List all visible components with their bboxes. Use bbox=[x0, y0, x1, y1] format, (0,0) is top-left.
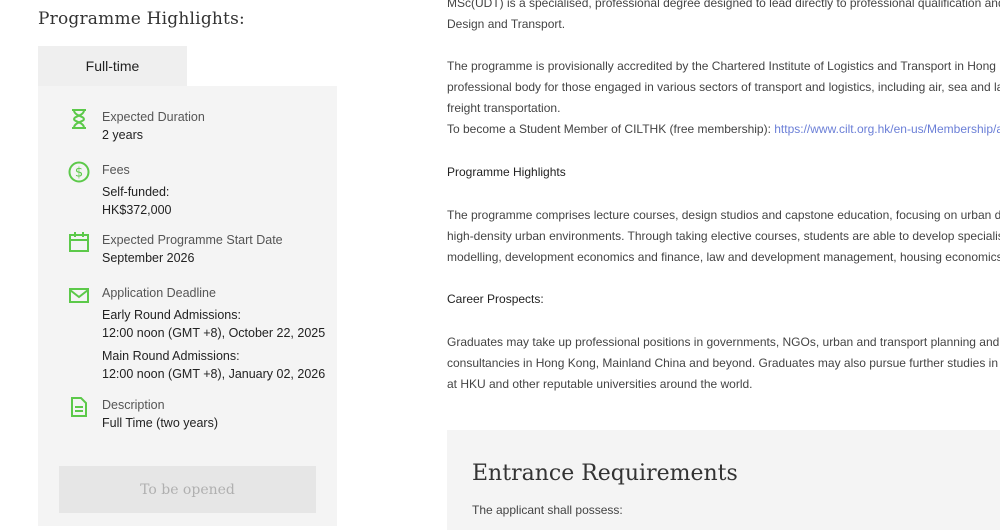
item-description: Description Full Time (two years) bbox=[68, 396, 218, 432]
membership-line: To become a Student Member of CILTHK (fr… bbox=[447, 119, 1000, 140]
item-value: Self-funded: bbox=[102, 185, 170, 199]
document-icon bbox=[68, 396, 90, 418]
intro-line: Design and Transport. bbox=[447, 17, 566, 31]
item-value: September 2026 bbox=[102, 251, 195, 265]
career-heading: Career Prospects: bbox=[447, 292, 544, 306]
highlights-line: high-density urban environments. Through… bbox=[447, 229, 1000, 243]
accreditation-line: professional body for those engaged in v… bbox=[447, 80, 1000, 94]
item-value: HK$372,000 bbox=[102, 203, 172, 217]
item-value: Full Time (two years) bbox=[102, 416, 218, 430]
highlights-line: The programme comprises lecture courses,… bbox=[447, 208, 1000, 222]
mail-icon bbox=[68, 284, 90, 306]
calendar-icon bbox=[68, 231, 90, 253]
tab-full-time[interactable]: Full-time bbox=[38, 46, 187, 86]
item-value: 12:00 noon (GMT +8), October 22, 2025 bbox=[102, 326, 326, 340]
accreditation-line: freight transportation. bbox=[447, 101, 561, 115]
career-line: consultancies in Hong Kong, Mainland Chi… bbox=[447, 356, 1000, 370]
item-value: 2 years bbox=[102, 128, 143, 142]
career-line: Graduates may take up professional posit… bbox=[447, 335, 1000, 349]
item-label: Description bbox=[102, 398, 165, 412]
entrance-requirements-section: Entrance Requirements The applicant shal… bbox=[447, 430, 1000, 530]
item-label: Expected Programme Start Date bbox=[102, 233, 283, 247]
membership-link[interactable]: https://www.cilt.org.hk/en-us/Membership… bbox=[774, 122, 1000, 136]
apply-button[interactable]: To be opened bbox=[59, 466, 316, 513]
accreditation-line: The programme is provisionally accredite… bbox=[447, 59, 1000, 73]
item-fees: $ Fees Self-funded: HK$372,000 bbox=[68, 161, 172, 219]
svg-text:$: $ bbox=[75, 166, 83, 181]
hourglass-icon bbox=[68, 108, 90, 130]
membership-text: To become a Student Member of CILTHK (fr… bbox=[447, 122, 771, 136]
dollar-icon: $ bbox=[68, 161, 90, 183]
item-expected-duration: Expected Duration 2 years bbox=[68, 108, 205, 144]
item-label: Application Deadline bbox=[102, 286, 216, 300]
highlights-heading: Programme Highlights bbox=[447, 165, 566, 179]
item-label: Expected Duration bbox=[102, 110, 205, 124]
sidebar-title: Programme Highlights: bbox=[38, 9, 245, 29]
intro-line: MSc(UDT) is a specialised, professional … bbox=[447, 0, 1000, 10]
item-application-deadline: Application Deadline Early Round Admissi… bbox=[68, 284, 325, 383]
item-value: 12:00 noon (GMT +8), January 02, 2026 bbox=[102, 367, 326, 381]
entrance-subtitle: The applicant shall possess: bbox=[472, 503, 623, 517]
highlights-line: modelling, development economics and fin… bbox=[447, 250, 1000, 264]
item-value: Early Round Admissions: bbox=[102, 308, 241, 322]
item-value: Main Round Admissions: bbox=[102, 349, 240, 363]
career-line: at HKU and other reputable universities … bbox=[447, 377, 753, 391]
item-label: Fees bbox=[102, 163, 130, 177]
item-start-date: Expected Programme Start Date September … bbox=[68, 231, 283, 267]
entrance-title: Entrance Requirements bbox=[472, 461, 738, 486]
